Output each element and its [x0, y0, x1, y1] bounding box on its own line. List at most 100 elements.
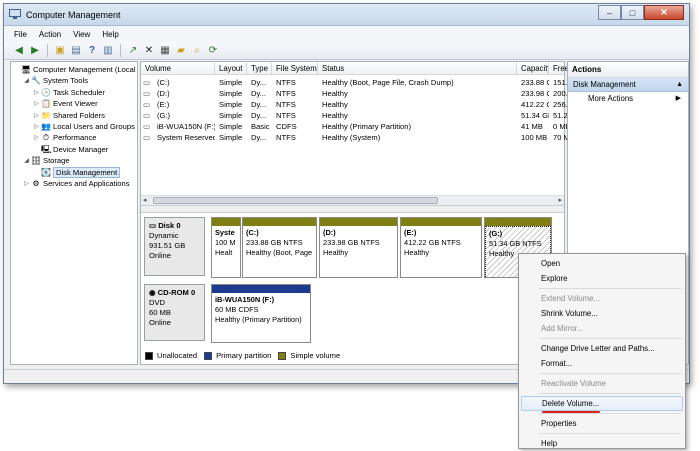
tree-item[interactable]: ▷ 📁 Shared Folders	[33, 110, 105, 121]
table-row[interactable]: iB-WUA150N (F:) Simple Basic CDFS Healthy (P…	[141, 121, 571, 132]
volume-list-header: Volume Layout Type File System Status Capacit…	[141, 62, 579, 75]
context-menu-item[interactable]: Change Drive Letter and Paths...	[521, 341, 683, 356]
tree-item[interactable]: ▷ 📋 Event Viewer	[33, 98, 97, 109]
refresh-icon[interactable]: ⟳	[206, 44, 220, 58]
up-folder-icon[interactable]: ▣	[53, 44, 67, 58]
scroll-left-icon[interactable]: ◂	[143, 196, 147, 205]
partition-block[interactable]: Syste 100 M Healt	[211, 217, 241, 278]
properties-icon[interactable]: ▥	[101, 44, 115, 58]
menu-view[interactable]: View	[67, 30, 96, 39]
menu-help[interactable]: Help	[96, 30, 124, 39]
open-folder-icon[interactable]: ▰	[174, 44, 188, 58]
partition-type-bar	[401, 218, 481, 226]
search-icon[interactable]: ⌕	[190, 44, 204, 58]
horizontal-scrollbar[interactable]: ◂ ▸	[141, 195, 564, 205]
menu-file[interactable]: File	[8, 30, 33, 39]
pane-splitter[interactable]	[141, 205, 564, 213]
disk-info-box[interactable]: ◉ CD-ROM 0 DVD 60 MB Online	[144, 284, 205, 341]
title-bar[interactable]: Computer Management – □ ✕	[4, 4, 689, 26]
delete-icon[interactable]: ✕	[142, 44, 156, 58]
tree-item[interactable]: 💽 Disk Management	[33, 166, 121, 178]
table-cell: 233.88 GB	[521, 78, 549, 87]
tree-item[interactable]: ▷ ⚙ Services and Applications	[23, 178, 129, 189]
context-menu-item[interactable]: Explore	[521, 271, 683, 286]
actions-section-disk-management[interactable]: Disk Management ▲	[568, 78, 688, 92]
menu-action[interactable]: Action	[33, 30, 67, 39]
table-cell: (C:)	[157, 78, 170, 87]
table-row[interactable]: System Reserved Simple Dy... NTFS Healthy (S…	[141, 132, 575, 143]
context-menu-item[interactable]: Format...	[521, 356, 683, 371]
collapsed-arrow-icon[interactable]: ▷	[33, 89, 40, 96]
table-row[interactable]: (G:)SimpleDy...NTFSHealthy51.34 GB51.22 …	[141, 110, 579, 121]
scroll-thumb[interactable]	[153, 197, 438, 204]
drive-icon: ▭	[143, 133, 151, 142]
drive-icon: ▭	[143, 89, 151, 98]
menu-separator	[539, 338, 681, 339]
collapsed-arrow-icon[interactable]: ▷	[23, 180, 30, 187]
expanded-arrow-icon[interactable]: ◢	[23, 157, 30, 164]
expanded-arrow-icon[interactable]: ◢	[23, 77, 30, 84]
tree-item-label: Shared Folders	[53, 110, 105, 120]
partition-block[interactable]: (D:) 233.98 GB NTFS Healthy	[319, 217, 398, 278]
column-header[interactable]: Status	[318, 62, 517, 75]
collapse-up-icon[interactable]: ▲	[676, 78, 683, 92]
context-menu-item[interactable]: Properties	[521, 416, 683, 431]
partition-name: (C:)	[246, 228, 259, 237]
partition-block[interactable]: iB-WUA150N (F:) 60 MB CDFS Healthy (Primar…	[211, 284, 311, 343]
partition-block[interactable]: (C:) 233.88 GB NTFS Healthy (Boot, Page	[242, 217, 317, 278]
partition-size: 60 MB CDFS	[215, 305, 259, 314]
column-header[interactable]: File System	[272, 62, 318, 75]
tree-item[interactable]: 🖳 Device Manager	[33, 144, 108, 155]
partition-size: 100 M	[215, 238, 236, 247]
column-header[interactable]: Layout	[215, 62, 247, 75]
close-button[interactable]: ✕	[644, 5, 684, 20]
table-cell: NTFS	[276, 89, 296, 98]
tree-item[interactable]: ◢ 🔧 System Tools	[23, 75, 88, 86]
toolbar-separator	[47, 44, 48, 57]
forward-arrow-icon[interactable]: ▶	[28, 44, 42, 58]
window-title: Computer Management	[26, 10, 121, 20]
disk-info-box[interactable]: ▭ Disk 0 Dynamic 931.51 GB Online	[144, 217, 205, 276]
properties-sheet-icon[interactable]: ▦	[158, 44, 172, 58]
help-icon[interactable]: ?	[85, 44, 99, 58]
legend-swatch	[278, 351, 287, 360]
context-menu-item[interactable]: Shrink Volume...	[521, 306, 683, 321]
table-row[interactable]: (D:)SimpleDy...NTFSHealthy233.98 GB200.0…	[141, 88, 576, 99]
table-cell: Dy...	[251, 133, 267, 142]
table-cell: Simple	[219, 111, 243, 120]
tree-node-icon: 👥	[41, 122, 51, 131]
table-row[interactable]: (C:) Simple Dy... NTFS Healthy (Boot, Page F…	[141, 77, 576, 88]
tree-item[interactable]: ▷ 👥 Local Users and Groups	[33, 121, 135, 132]
collapsed-arrow-icon[interactable]: ▷	[33, 134, 40, 141]
table-cell: NTFS	[276, 78, 296, 87]
context-menu-item[interactable]: Delete Volume...	[521, 396, 683, 413]
context-menu-item-label: Explore	[541, 274, 568, 283]
console-tree-icon[interactable]: ▤	[69, 44, 83, 58]
table-row[interactable]: (E:)SimpleDy...NTFSHealthy412.22 GB256.1…	[141, 99, 576, 110]
tree-item[interactable]: ▷ 🕒 Task Scheduler	[33, 87, 105, 98]
column-header[interactable]: Volume	[141, 62, 215, 75]
collapsed-arrow-icon[interactable]: ▷	[33, 123, 40, 130]
more-actions-item[interactable]: More Actions ▶	[568, 92, 688, 106]
table-cell: Dy...	[251, 100, 267, 109]
legend-swatch	[145, 351, 153, 360]
maximize-button[interactable]: □	[621, 5, 644, 20]
column-header[interactable]: Type	[247, 62, 272, 75]
table-cell: Basic	[251, 122, 270, 131]
collapsed-arrow-icon[interactable]: ▷	[33, 100, 40, 107]
context-menu-item[interactable]: Open	[521, 256, 683, 271]
back-arrow-icon[interactable]: ◀	[12, 44, 26, 58]
table-cell: Simple	[219, 122, 243, 131]
tree-item[interactable]: ◢ 🗄 Storage	[23, 155, 69, 166]
column-header[interactable]: Capacity	[517, 62, 549, 75]
tree-item[interactable]: 🖥 Computer Management (Local	[13, 64, 136, 75]
table-cell: CDFS	[276, 122, 297, 131]
export-icon[interactable]: ↗	[126, 44, 140, 58]
scroll-right-icon[interactable]: ▸	[558, 196, 562, 205]
actions-header: Actions	[568, 62, 688, 78]
tree-item[interactable]: ▷ ⏱ Performance	[33, 132, 96, 143]
collapsed-arrow-icon[interactable]: ▷	[33, 112, 40, 119]
partition-block[interactable]: (E:) 412.22 GB NTFS Healthy	[400, 217, 482, 278]
context-menu-item[interactable]: Help	[521, 436, 683, 451]
minimize-button[interactable]: –	[598, 5, 621, 20]
